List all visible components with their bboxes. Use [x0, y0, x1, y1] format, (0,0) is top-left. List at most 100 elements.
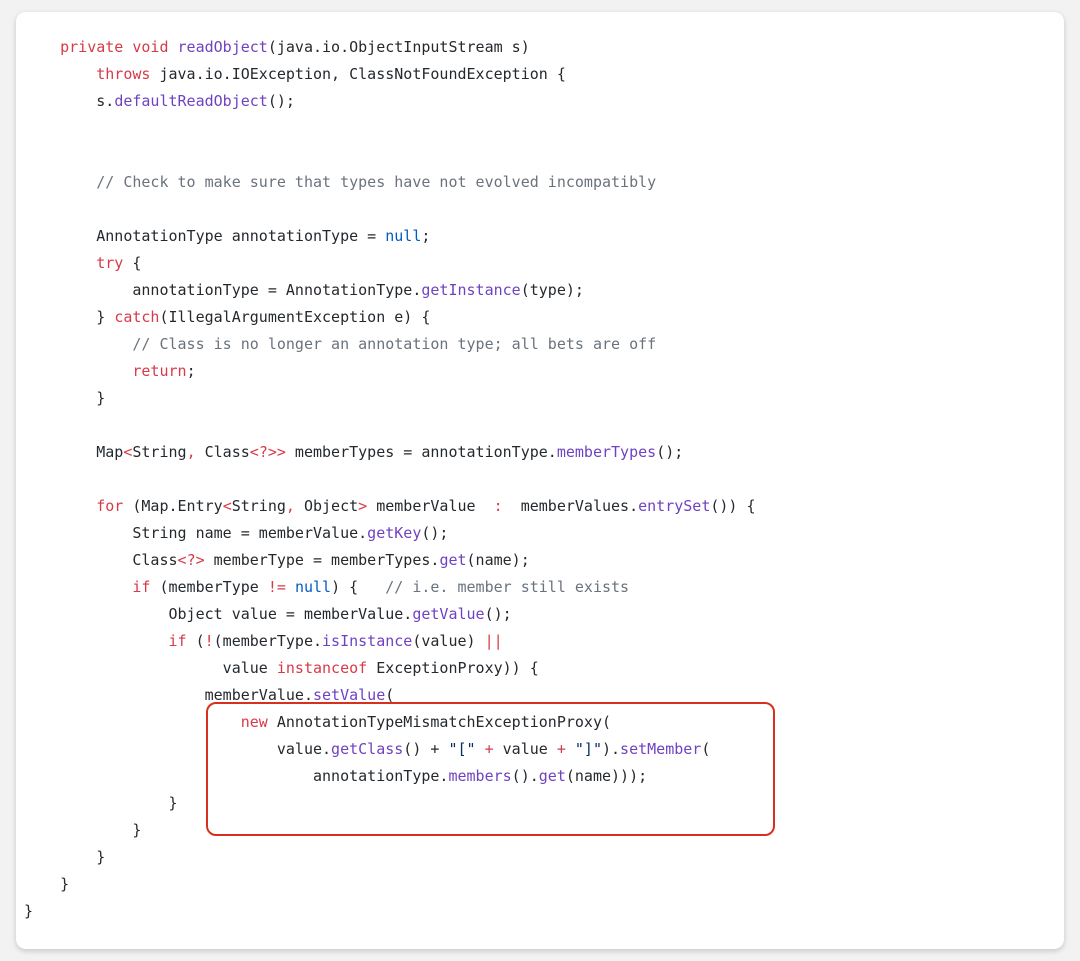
l25a: memberValue. [24, 686, 313, 704]
neq: != [268, 578, 286, 596]
string-2: String [232, 497, 286, 515]
string-1: String [132, 443, 186, 461]
class-1: Class [205, 443, 250, 461]
l24a: value [24, 659, 277, 677]
l10a: annotationType = AnnotationType. [24, 281, 421, 299]
comma-2: , [286, 497, 304, 515]
comment-3: // i.e. member still exists [385, 578, 629, 596]
kw-return: return [132, 362, 186, 380]
value-word: value [503, 740, 548, 758]
fn-getInstance: getInstance [421, 281, 520, 299]
gt-3: > [358, 497, 367, 515]
catch-b: (IllegalArgumentException e) { [159, 308, 430, 326]
fn-entrySet: entrySet [638, 497, 710, 515]
fn-getClass: getClass [331, 740, 403, 758]
l26a [24, 713, 241, 731]
comma-1: , [187, 443, 205, 461]
brace-4: } [24, 875, 69, 893]
kw-if-1: if [132, 578, 150, 596]
l3: s. [24, 92, 114, 110]
fn-defaultReadObject: defaultReadObject [114, 92, 268, 110]
object-1: Object [304, 497, 358, 515]
fn-get-1: get [439, 551, 466, 569]
if-a: (memberType [150, 578, 267, 596]
l27a: value. [24, 740, 331, 758]
oror: || [485, 632, 503, 650]
l22a: Object value = memberValue. [24, 605, 412, 623]
gt-1: > [268, 443, 277, 461]
l28a: annotationType. [24, 767, 448, 785]
map-b: memberTypes = annotationType. [286, 443, 557, 461]
lit-null-2: null [295, 578, 331, 596]
comment-1: // Check to make sure that types have no… [96, 173, 656, 191]
l27c: ). [602, 740, 620, 758]
kw-new: new [241, 713, 268, 731]
fn-setMember: setMember [620, 740, 701, 758]
code-block: private void readObject(java.io.ObjectIn… [24, 34, 1056, 925]
lt-2: < [250, 443, 259, 461]
l20a: Class [24, 551, 178, 569]
semi-1: ; [421, 227, 430, 245]
if-b: ) { [331, 578, 385, 596]
kw-instanceof: instanceof [277, 659, 367, 677]
kw-throws: throws [96, 65, 150, 83]
fn-readObject: readObject [178, 38, 268, 56]
str-open: "[" [448, 740, 475, 758]
l10b: (type); [521, 281, 584, 299]
for-b: memberValue [367, 497, 484, 515]
code-card: private void readObject(java.io.ObjectIn… [16, 12, 1064, 949]
l25b: ( [385, 686, 394, 704]
q-1: ? [259, 443, 268, 461]
map-c: (); [656, 443, 683, 461]
l22b: (); [485, 605, 512, 623]
brace-16: } [24, 794, 178, 812]
for-a: (Map.Entry [123, 497, 222, 515]
for-d: ()) { [710, 497, 755, 515]
brace-8: } [24, 848, 105, 866]
kw-private: private [60, 38, 123, 56]
l24b: ExceptionProxy)) { [367, 659, 539, 677]
l27b: () + [403, 740, 448, 758]
l8: AnnotationType annotationType = [24, 227, 385, 245]
kw-catch: catch [114, 308, 159, 326]
try-open: { [123, 254, 141, 272]
fn-members: members [448, 767, 511, 785]
l3b: (); [268, 92, 295, 110]
l20c: (name); [467, 551, 530, 569]
throws-clause: java.io.IOException, ClassNotFoundExcept… [150, 65, 565, 83]
lt-4: < [178, 551, 187, 569]
if2-a: ( [187, 632, 205, 650]
fn-setValue: setValue [313, 686, 385, 704]
fn-isInstance: isInstance [322, 632, 412, 650]
l27d: ( [701, 740, 710, 758]
if2-c: (value) [412, 632, 484, 650]
fn-get-2: get [539, 767, 566, 785]
l11a: } [24, 308, 114, 326]
kw-for: for [96, 497, 123, 515]
plus-1: + [476, 740, 503, 758]
close-1: } [24, 389, 105, 407]
semi-2: ; [187, 362, 196, 380]
brace-12: } [24, 821, 141, 839]
fn-getValue: getValue [412, 605, 484, 623]
lt-3: < [223, 497, 232, 515]
bang: ! [205, 632, 214, 650]
l28b: (). [512, 767, 539, 785]
brace-0: } [24, 902, 33, 920]
kw-void: void [132, 38, 168, 56]
gt-4: > [196, 551, 205, 569]
colon-1: : [485, 497, 512, 515]
l19a: String name = memberValue. [24, 524, 367, 542]
fn-memberTypes: memberTypes [557, 443, 656, 461]
kw-if-2: if [169, 632, 187, 650]
fn-getKey: getKey [367, 524, 421, 542]
for-c: memberValues. [512, 497, 638, 515]
plus-2: + [548, 740, 575, 758]
gt-2: > [277, 443, 286, 461]
l28c: (name))); [566, 767, 647, 785]
l19b: (); [421, 524, 448, 542]
q-2: ? [187, 551, 196, 569]
lit-null-1: null [385, 227, 421, 245]
sig-suffix: (java.io.ObjectInputStream s) [268, 38, 530, 56]
str-close: "]" [575, 740, 602, 758]
